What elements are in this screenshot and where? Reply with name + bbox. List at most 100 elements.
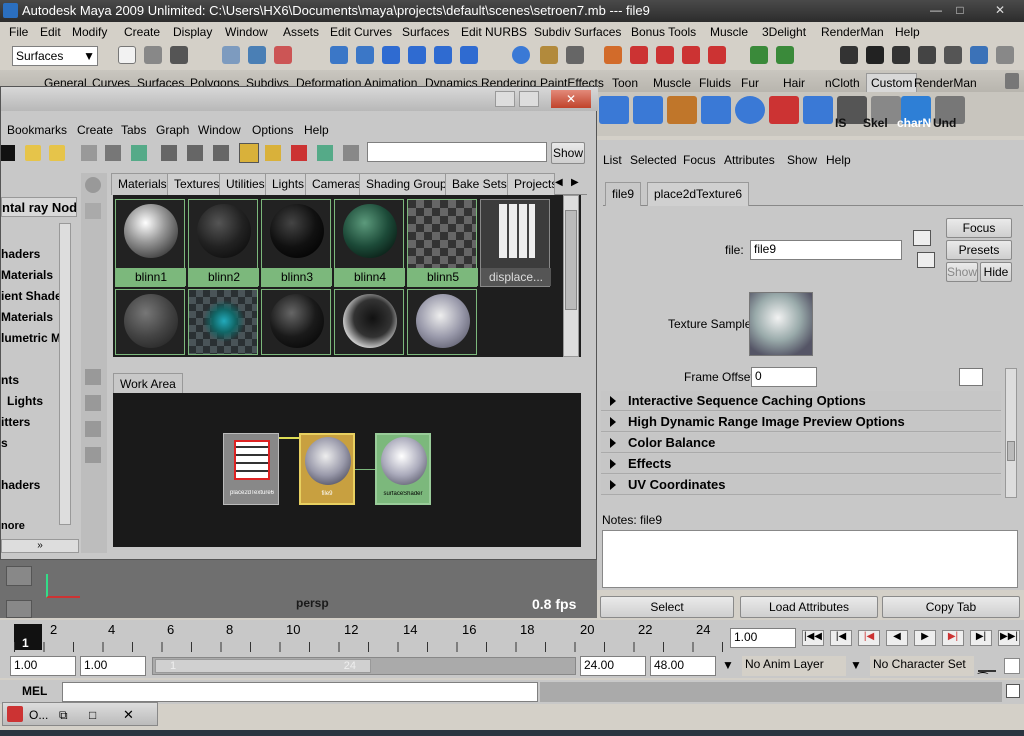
tool-settings-icon[interactable]	[996, 46, 1014, 64]
close-icon[interactable]: ✕	[990, 2, 1010, 18]
swatch-blinn5[interactable]: blinn5	[407, 199, 478, 287]
shelf-tab-ncloth[interactable]: nCloth	[825, 76, 860, 90]
select-button[interactable]: Select	[600, 596, 734, 618]
ae-tab-place2dtexture6[interactable]: place2dTexture6	[647, 182, 750, 206]
minimize-icon[interactable]	[495, 91, 515, 107]
hypershade-icon[interactable]	[682, 46, 700, 64]
input-connections-icon[interactable]	[161, 145, 177, 161]
ae-menu-list[interactable]: List	[603, 153, 622, 167]
animation-start-field[interactable]: 1.00	[10, 656, 76, 676]
tab-scroll-left-icon[interactable]: ◀	[555, 177, 563, 188]
minimize-icon[interactable]: —	[926, 2, 946, 18]
node-input-icon[interactable]	[913, 230, 931, 246]
texture-sample-swatch[interactable]	[749, 292, 813, 356]
character-set-dropdown[interactable]: No Character Set	[870, 656, 974, 676]
node-place2dtexture6[interactable]: place2dTexture6	[223, 433, 279, 505]
maximize-icon[interactable]	[519, 91, 539, 107]
side-icon[interactable]	[85, 395, 101, 411]
snap-view-icon[interactable]	[434, 46, 452, 64]
ae-scrollbar[interactable]	[1005, 368, 1017, 498]
go-to-end-icon[interactable]: ▶▶|	[998, 630, 1020, 646]
snap-grid-icon[interactable]	[330, 46, 348, 64]
chevron-down-icon[interactable]: ▼	[850, 658, 862, 672]
shelf-icon-6[interactable]	[769, 96, 799, 124]
anim-prefs-icon[interactable]	[1004, 658, 1020, 674]
work-area-canvas[interactable]: place2dTexture6 file9 surfaceShader	[113, 393, 581, 547]
new-scene-icon[interactable]	[118, 46, 136, 64]
menu-window[interactable]: Window	[225, 25, 268, 39]
file-name-field[interactable]: file9	[750, 240, 902, 260]
shelf-tab-renderman[interactable]: RenderMan	[914, 76, 977, 90]
ae-tab-file9[interactable]: file9	[605, 182, 642, 206]
lock-icon[interactable]	[540, 46, 558, 64]
ipr-render-icon[interactable]	[630, 46, 648, 64]
swatch-blinn4[interactable]: blinn4	[334, 199, 405, 287]
hs-menu-create[interactable]: Create	[77, 123, 113, 137]
shelf-icon-5[interactable]	[735, 96, 765, 124]
animation-end-field[interactable]: 48.00	[650, 656, 716, 676]
menu-edit-curves[interactable]: Edit Curves	[330, 25, 392, 39]
swatch-displace[interactable]: displace...	[480, 199, 551, 287]
swatch-material[interactable]	[334, 289, 404, 355]
show-button[interactable]: Show	[946, 262, 978, 282]
ae-menu-selected[interactable]: Selected	[630, 153, 677, 167]
shelf-icon-7[interactable]	[803, 96, 833, 124]
view-toolbar-icon[interactable]	[6, 600, 32, 618]
menu-create[interactable]: Create	[124, 25, 160, 39]
select-object-icon[interactable]	[248, 46, 266, 64]
load-attributes-button[interactable]: Load Attributes	[740, 596, 878, 618]
side-icon[interactable]	[85, 203, 101, 219]
eraser-icon[interactable]	[81, 145, 97, 161]
mel-label[interactable]: MEL	[22, 684, 47, 698]
ae-menu-help[interactable]: Help	[826, 153, 851, 167]
menu-display[interactable]: Display	[173, 25, 212, 39]
step-back-key-icon[interactable]: |◀	[830, 630, 852, 646]
side-icon[interactable]	[85, 447, 101, 463]
select-component-icon[interactable]	[274, 46, 292, 64]
work-area-tab[interactable]: Work Area	[113, 373, 183, 395]
side-icon[interactable]	[85, 369, 101, 385]
layout-grid-icon[interactable]	[317, 145, 333, 161]
swatch-blinn1[interactable]: blinn1	[115, 199, 186, 287]
hs-menu-tabs[interactable]: Tabs	[121, 123, 146, 137]
magnet-icon[interactable]	[708, 46, 726, 64]
swatch-material[interactable]	[407, 289, 477, 355]
menu-bonus-tools[interactable]: Bonus Tools	[631, 25, 696, 39]
shelf-icon-2[interactable]	[633, 96, 663, 124]
layout-bottom-icon[interactable]	[265, 145, 281, 161]
side-icon[interactable]	[85, 177, 101, 193]
viewport[interactable]: persp 0.8 fps	[0, 560, 597, 618]
script-editor-icon[interactable]	[1006, 684, 1020, 698]
select-hierarchy-icon[interactable]	[222, 46, 240, 64]
ae-menu-focus[interactable]: Focus	[683, 153, 716, 167]
node-output-icon[interactable]	[917, 252, 935, 268]
frame-offset-map-icon[interactable]	[959, 368, 983, 386]
hs-tab-utilities[interactable]: Utilities	[219, 173, 272, 195]
open-scene-icon[interactable]	[144, 46, 162, 64]
menu-edit-nurbs[interactable]: Edit NURBS	[461, 25, 527, 39]
shelf-icon-4[interactable]	[701, 96, 731, 124]
section-uv-coordinates[interactable]: UV Coordinates	[601, 475, 1001, 495]
menu-renderman[interactable]: RenderMan	[821, 25, 884, 39]
step-forward-frame-icon[interactable]: ▶|	[942, 630, 964, 646]
swatch-material[interactable]	[115, 289, 185, 355]
render-icon[interactable]	[604, 46, 622, 64]
maximize-icon[interactable]: □	[89, 708, 96, 722]
hs-toolbar-icon[interactable]	[1, 145, 15, 161]
restore-icon[interactable]: ⧉	[59, 708, 68, 723]
view-toolbar-icon[interactable]	[6, 566, 32, 586]
trash-icon[interactable]	[1005, 73, 1019, 89]
playback-end-field[interactable]: 24.00	[580, 656, 646, 676]
snap-plane-icon[interactable]	[408, 46, 426, 64]
hs-tab-textures[interactable]: Textures	[167, 173, 227, 195]
swatch-scrollbar[interactable]	[563, 195, 579, 357]
section-effects[interactable]: Effects	[601, 454, 1001, 474]
construction-history-icon[interactable]	[566, 46, 584, 64]
play-backward-icon[interactable]: ◀	[886, 630, 908, 646]
frame-offset-field[interactable]: 0	[751, 367, 817, 387]
snap-live-icon[interactable]	[460, 46, 478, 64]
attribute-editor-toggle-icon[interactable]	[970, 46, 988, 64]
shelf-tab-muscle[interactable]: Muscle	[653, 76, 691, 90]
snap-curve-icon[interactable]	[356, 46, 374, 64]
io-connections-icon[interactable]	[187, 145, 203, 161]
